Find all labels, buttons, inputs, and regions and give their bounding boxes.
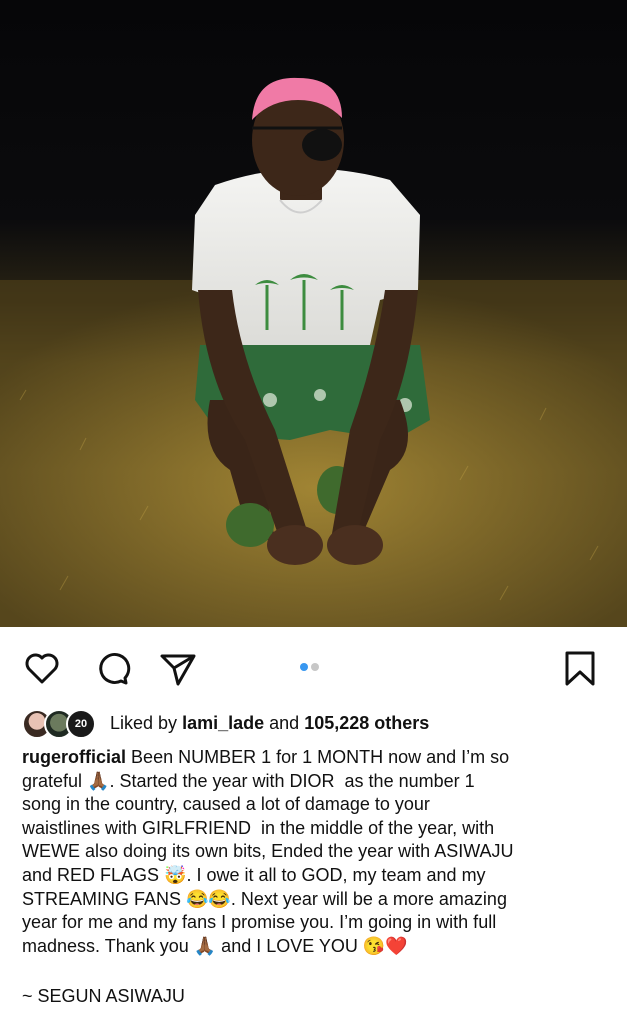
avatar: 20 [66,709,96,739]
post-caption: rugerofficial Been NUMBER 1 for 1 MONTH … [22,746,616,958]
heart-icon[interactable] [22,648,62,688]
post-photo[interactable] [0,0,627,627]
likes-prefix: Liked by [110,712,178,733]
liked-by-username[interactable]: lami_lade [182,713,264,733]
likes-and: and [269,712,300,733]
caption-text: Been NUMBER 1 for 1 MONTH now and I’m so… [22,747,514,956]
carousel-indicator [300,658,322,676]
caption-signoff: ~ SEGUN ASIWAJU [22,986,185,1006]
likes-text: Liked by lami_lade and 105,228 others [110,713,429,734]
bookmark-icon[interactable] [560,648,600,688]
caption-username[interactable]: rugerofficial [22,747,126,767]
liker-avatars: 20 [22,708,104,739]
carousel-dot-active [300,663,308,671]
send-icon[interactable] [158,648,198,688]
carousel-dot [311,663,319,671]
post-photo-illustration [0,77,627,627]
likes-row[interactable]: 20 Liked by lami_lade and 105,228 others [22,708,612,739]
likes-count[interactable]: 105,228 others [304,713,429,733]
comment-icon[interactable] [92,648,132,688]
